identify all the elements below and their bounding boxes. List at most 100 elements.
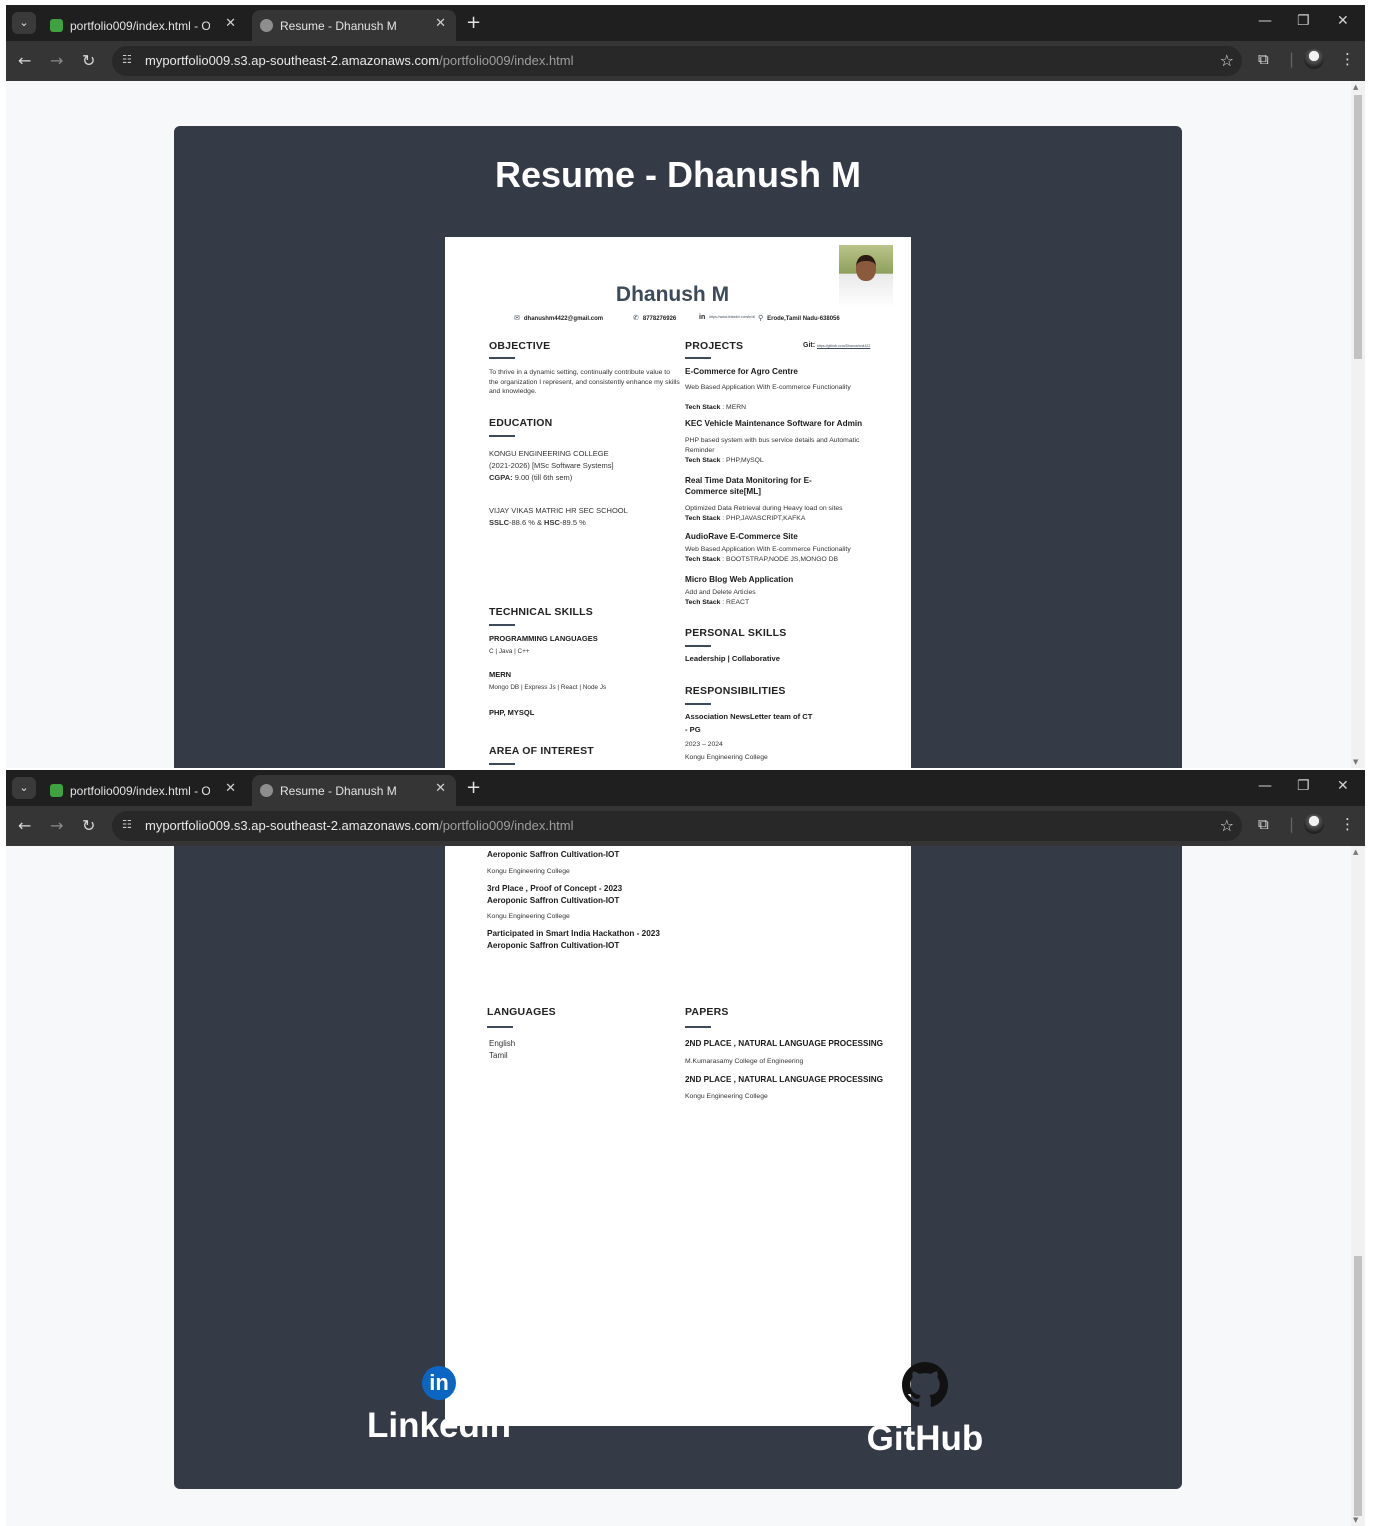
browser-toolbar: ← → ↻ ☷ myportfolio009.s3.ap-southeast-2… xyxy=(6,806,1365,846)
heading-underline xyxy=(489,435,515,437)
minimize-icon[interactable]: — xyxy=(1258,13,1272,29)
project-title: Micro Blog Web Application xyxy=(685,575,794,584)
tab-strip: ⌄ portfolio009/index.html - Objec ✕ Resu… xyxy=(6,770,1365,806)
tab-resume[interactable]: Resume - Dhanush M ✕ xyxy=(252,10,456,41)
skill-group-title: PHP, MYSQL xyxy=(489,708,535,717)
page-viewport: Aeroponic Saffron Cultivation-IOT Kongu … xyxy=(6,846,1351,1526)
linkedin-icon: in xyxy=(422,1366,456,1400)
site-info-icon[interactable]: ☷ xyxy=(122,818,138,834)
minimize-icon[interactable]: — xyxy=(1258,778,1272,794)
bookmark-star-icon[interactable]: ☆ xyxy=(1220,816,1234,835)
languages-heading: LANGUAGES xyxy=(487,1006,556,1018)
page-scrollbar[interactable]: ▲ ▼ xyxy=(1351,81,1365,768)
contact-linkedin[interactable]: inhttps://www.linkedin.com/in/dhanush-m-… xyxy=(699,314,755,321)
resume-document: Dhanush M ✉ dhanushm4422@gmail.com ✆ 87782… xyxy=(445,237,911,768)
linkedin-link[interactable]: in Linkedin xyxy=(364,1366,514,1446)
tab-label: portfolio009/index.html - Objec xyxy=(70,19,210,33)
window-close-icon[interactable]: ✕ xyxy=(1337,778,1349,794)
heading-underline xyxy=(489,357,515,359)
url-text[interactable]: myportfolio009.s3.ap-southeast-2.amazona… xyxy=(145,53,574,68)
project-desc: Web Based Application With E-commerce Fu… xyxy=(685,384,851,391)
menu-icon[interactable]: ⋮ xyxy=(1340,50,1355,68)
scrollbar-thumb[interactable] xyxy=(1354,95,1362,359)
responsibility-place: Kongu Engineering College xyxy=(685,754,768,761)
mail-icon: ✉ xyxy=(514,314,520,322)
tab-objects[interactable]: portfolio009/index.html - Objec ✕ xyxy=(42,775,246,806)
college-name: KONGU ENGINEERING COLLEGE xyxy=(489,449,609,458)
project-title: Real Time Data Monitoring for E-Commerce… xyxy=(685,476,812,496)
tab-strip: ⌄ portfolio009/index.html - Objec ✕ Resu… xyxy=(6,5,1365,41)
achievement-title: 3rd Place , Proof of Concept - 2023 xyxy=(487,884,623,893)
responsibility-years: 2023 – 2024 xyxy=(685,741,723,748)
bookmark-star-icon[interactable]: ☆ xyxy=(1220,51,1234,70)
window-close-icon[interactable]: ✕ xyxy=(1337,13,1349,29)
phone-icon: ✆ xyxy=(633,314,639,322)
achievement-title: Aeroponic Saffron Cultivation-IOT xyxy=(487,850,620,859)
forward-icon[interactable]: → xyxy=(50,816,63,835)
close-icon[interactable]: ✕ xyxy=(435,16,446,31)
restore-icon[interactable]: ❐ xyxy=(1297,778,1310,794)
project-desc: Web Based Application With E-commerce Fu… xyxy=(685,546,851,553)
menu-icon[interactable]: ⋮ xyxy=(1340,815,1355,833)
page-viewport: Resume - Dhanush M Dhanush M ✉ dhanushm44… xyxy=(6,81,1351,768)
git-link[interactable]: Git: https://github.com/Dhanushm4422 xyxy=(803,342,870,349)
project-desc: PHP based system with bus service detail… xyxy=(685,437,860,454)
close-icon[interactable]: ✕ xyxy=(435,781,446,796)
achievement-subtitle: Aeroponic Saffron Cultivation-IOT xyxy=(487,896,620,905)
heading-underline xyxy=(489,624,515,626)
reload-icon[interactable]: ↻ xyxy=(82,51,95,70)
forward-icon[interactable]: → xyxy=(50,51,63,70)
close-icon[interactable]: ✕ xyxy=(225,781,236,796)
heading-underline xyxy=(487,1026,513,1028)
scrollbar-thumb[interactable] xyxy=(1354,1256,1362,1516)
url-text[interactable]: myportfolio009.s3.ap-southeast-2.amazona… xyxy=(145,818,574,833)
project-stack: Tech Stack : REACT xyxy=(685,599,750,606)
skill-group-items: C | Java | C++ xyxy=(489,648,530,655)
heading-underline xyxy=(685,645,711,647)
tab-resume[interactable]: Resume - Dhanush M ✕ xyxy=(252,775,456,806)
page-scrollbar[interactable]: ▲ ▼ xyxy=(1351,846,1365,1526)
back-icon[interactable]: ← xyxy=(18,816,31,835)
site-info-icon[interactable]: ☷ xyxy=(122,53,138,69)
reload-icon[interactable]: ↻ xyxy=(82,816,95,835)
technical-skills-heading: TECHNICAL SKILLS xyxy=(489,606,593,618)
github-link[interactable]: GitHub xyxy=(850,1362,1000,1459)
objective-heading: OBJECTIVE xyxy=(489,340,551,352)
project-desc: Add and Delete Articles xyxy=(685,589,756,596)
back-icon[interactable]: ← xyxy=(18,51,31,70)
close-icon[interactable]: ✕ xyxy=(225,16,236,31)
responsibility-title: Association NewsLetter team of CT - PG xyxy=(685,712,813,734)
project-stack: Tech Stack : PHP,JAVASCRIPT,KAFKA xyxy=(685,515,806,522)
github-icon xyxy=(902,1362,948,1407)
tab-label: Resume - Dhanush M xyxy=(280,784,397,798)
heading-underline xyxy=(489,763,515,765)
resume-document: Aeroponic Saffron Cultivation-IOT Kongu … xyxy=(445,846,911,1426)
paper-place: M.Kumarasamy College of Engineering xyxy=(685,1058,804,1065)
profile-avatar[interactable] xyxy=(1304,49,1324,69)
s3-favicon-icon xyxy=(50,19,63,32)
education-heading: EDUCATION xyxy=(489,417,553,429)
paper-title: 2ND PLACE , NATURAL LANGUAGE PROCESSING xyxy=(685,1039,884,1048)
restore-icon[interactable]: ❐ xyxy=(1297,13,1310,29)
extensions-icon[interactable]: ⧉ xyxy=(1258,815,1269,833)
tab-label: portfolio009/index.html - Objec xyxy=(70,784,210,798)
address-bar[interactable]: ☷ myportfolio009.s3.ap-southeast-2.amazo… xyxy=(112,46,1242,76)
s3-favicon-icon xyxy=(50,784,63,797)
browser-window-bottom: ⌄ portfolio009/index.html - Objec ✕ Resu… xyxy=(6,770,1365,1526)
github-label: GitHub xyxy=(866,1419,984,1458)
achievement-place: Kongu Engineering College xyxy=(487,868,570,875)
tab-search-button[interactable]: ⌄ xyxy=(12,777,36,799)
tab-search-button[interactable]: ⌄ xyxy=(12,12,36,34)
contact-phone: ✆ 8778276926 xyxy=(633,314,677,322)
tab-objects[interactable]: portfolio009/index.html - Objec ✕ xyxy=(42,10,246,41)
objective-text: To thrive in a dynamic setting, continua… xyxy=(489,369,680,395)
page-title: Resume - Dhanush M xyxy=(494,154,862,195)
browser-window-top: ⌄ portfolio009/index.html - Objec ✕ Resu… xyxy=(6,5,1365,768)
extensions-icon[interactable]: ⧉ xyxy=(1258,50,1269,68)
address-bar[interactable]: ☷ myportfolio009.s3.ap-southeast-2.amazo… xyxy=(112,811,1242,841)
contact-email: ✉ dhanushm4422@gmail.com xyxy=(514,314,604,322)
new-tab-button[interactable]: + xyxy=(466,12,481,33)
new-tab-button[interactable]: + xyxy=(466,777,481,798)
project-title: AudioRave E-Commerce Site xyxy=(685,532,798,541)
profile-avatar[interactable] xyxy=(1304,814,1324,834)
